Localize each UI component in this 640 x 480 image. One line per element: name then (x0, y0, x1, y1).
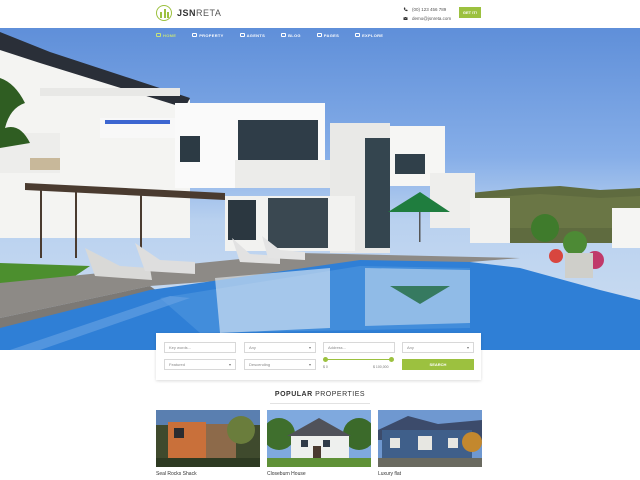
chevron-down-icon (229, 363, 231, 366)
slider-max-handle[interactable] (389, 357, 394, 362)
main-nav: HOME PROPERTY AGENTS BLOG PAGES EXPLORE (156, 31, 399, 39)
contact-email[interactable]: demo@jsnreta.com (412, 14, 451, 23)
home-icon (156, 33, 161, 37)
chevron-down-icon (309, 346, 311, 349)
brand-name: JSNRETA (177, 8, 222, 18)
nav-agents[interactable]: AGENTS (239, 31, 265, 39)
phone-icon (403, 7, 408, 12)
get-it-button[interactable]: GET IT! (459, 7, 481, 18)
property-card[interactable]: Closeburn House (267, 410, 371, 477)
property-name[interactable]: Seal Rocks Shack (156, 471, 260, 477)
villa-pool-photo (0, 32, 640, 350)
price-range-slider[interactable]: $ 0 $ 100,000 (323, 355, 394, 369)
contact-info: (00) 123 456 789 demo@jsnreta.com (403, 5, 451, 23)
slider-fill (325, 359, 391, 360)
slider-min-handle[interactable] (323, 357, 328, 362)
property-image[interactable] (267, 410, 371, 467)
mail-icon (403, 16, 408, 20)
sort-select[interactable]: Featured (164, 359, 236, 370)
property-card[interactable]: Luxury flat (378, 410, 482, 477)
location-select[interactable]: Any (402, 342, 474, 353)
hero-banner: HOME PROPERTY AGENTS BLOG PAGES EXPLORE (0, 28, 640, 350)
divider (270, 403, 370, 404)
pages-icon (316, 33, 322, 37)
nav-home[interactable]: HOME (156, 31, 176, 39)
keyword-input[interactable]: Key words... (164, 342, 236, 353)
property-search-panel (156, 333, 481, 380)
logo-icon (156, 5, 172, 21)
nav-blog[interactable]: BLOG (281, 31, 301, 39)
address-input[interactable]: Address... (323, 342, 395, 353)
chevron-down-icon (467, 346, 469, 349)
person-icon (239, 33, 245, 37)
brand-logo[interactable]: JSNRETA (156, 5, 221, 21)
nav-pages[interactable]: PAGES (316, 31, 339, 39)
search-button[interactable]: SEARCH (402, 359, 474, 370)
document-icon (281, 33, 287, 37)
section-title: POPULAR PROPERTIES (274, 391, 366, 398)
building-icon (192, 33, 198, 37)
price-max-label: $ 100,000 (373, 365, 389, 369)
nav-property[interactable]: PROPERTY (192, 31, 223, 39)
price-min-label: $ 0 (323, 365, 328, 369)
property-name[interactable]: Luxury flat (378, 471, 482, 477)
type-select[interactable]: Any (244, 342, 316, 353)
property-image[interactable] (156, 410, 260, 467)
property-image[interactable] (378, 410, 482, 467)
contact-phone: (00) 123 456 789 (412, 7, 447, 12)
top-header: JSNRETA (00) 123 456 789 demo@jsnreta.co… (0, 0, 640, 28)
property-name[interactable]: Closeburn House (267, 471, 371, 477)
nav-explore[interactable]: EXPLORE (355, 31, 383, 39)
chevron-down-icon (309, 363, 311, 366)
property-card[interactable]: Seal Rocks Shack (156, 410, 260, 477)
order-select[interactable]: Descending (244, 359, 316, 370)
compass-icon (355, 33, 361, 37)
